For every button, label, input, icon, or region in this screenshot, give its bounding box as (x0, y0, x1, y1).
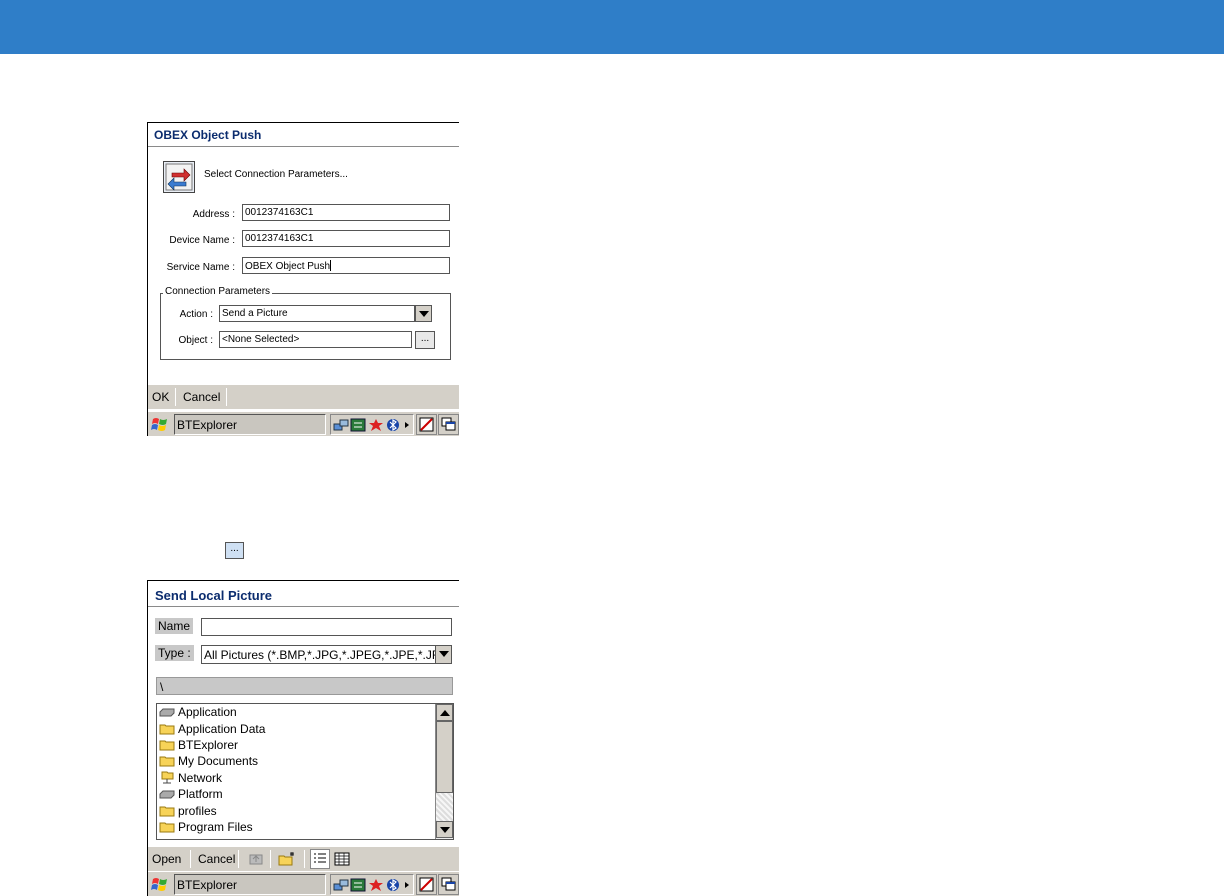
list-item-label: Application (178, 705, 237, 720)
list-view-icon (314, 853, 326, 863)
details-view-icon[interactable] (334, 851, 350, 867)
chevron-down-icon[interactable] (415, 305, 432, 322)
connection-parameters-group (160, 293, 451, 360)
up-folder-icon[interactable] (248, 852, 264, 866)
group-legend: Connection Parameters (163, 286, 273, 297)
scroll-up-icon[interactable] (436, 704, 453, 721)
window-title: OBEX Object Push (148, 123, 459, 147)
command-bar: Open Cancel (148, 847, 459, 871)
list-item[interactable]: Platform (157, 786, 453, 802)
command-separator (304, 850, 305, 868)
list-view-button[interactable] (310, 849, 330, 869)
list-item-label: Application Data (178, 721, 266, 736)
header-band (0, 0, 1224, 54)
list-item[interactable]: Program Files (157, 819, 453, 835)
star-icon[interactable] (368, 418, 384, 432)
cancel-button[interactable]: Cancel (198, 852, 235, 866)
sync-icon[interactable] (350, 878, 366, 892)
command-separator (190, 850, 191, 868)
name-input[interactable] (201, 618, 452, 636)
connection-parameters-icon (163, 161, 195, 193)
system-tray (330, 414, 414, 435)
scroll-track[interactable] (436, 793, 453, 822)
browse-button[interactable]: ... (415, 331, 435, 349)
input-panel-icon[interactable] (416, 874, 437, 895)
star-icon[interactable] (368, 878, 384, 892)
sync-icon[interactable] (350, 418, 366, 432)
new-folder-icon[interactable] (278, 851, 296, 867)
start-windows-icon[interactable] (150, 875, 170, 895)
switch-windows-icon[interactable] (438, 414, 459, 435)
list-item-label: Program Files (178, 819, 253, 834)
list-item-label: Network (178, 770, 223, 785)
command-separator (175, 388, 176, 406)
list-item-label: Platform (178, 787, 223, 802)
action-dropdown[interactable]: Send a Picture (219, 305, 415, 322)
list-item[interactable]: profiles (157, 802, 453, 818)
folder-icon (159, 740, 175, 751)
object-field[interactable]: <None Selected> (219, 331, 412, 348)
scroll-down-icon[interactable] (436, 821, 453, 838)
taskbar: BTExplorer (148, 411, 459, 436)
chevron-down-icon[interactable] (435, 645, 452, 664)
action-label: Action : (179, 309, 213, 320)
address-label: Address : (192, 209, 235, 220)
switch-windows-icon[interactable] (438, 874, 459, 895)
list-item[interactable]: Application Data (157, 720, 453, 736)
network-icon[interactable] (333, 878, 349, 892)
folder-icon (159, 724, 175, 735)
send-local-picture-window: Send Local Picture Name Type : All Pictu… (147, 580, 459, 896)
ok-button[interactable]: OK (152, 390, 169, 404)
system-tray (330, 874, 414, 895)
list-item[interactable]: Network (157, 770, 453, 786)
tray-expand-icon[interactable] (403, 878, 411, 892)
folder-icon (159, 756, 175, 767)
drive-icon (159, 790, 175, 799)
list-item-label: BTExplorer (178, 737, 239, 752)
service-name-label: Service Name : (166, 262, 235, 273)
list-item[interactable]: My Documents (157, 753, 453, 769)
start-windows-icon[interactable] (150, 415, 170, 435)
current-path: \ (156, 677, 453, 695)
obex-object-push-window: OBEX Object Push Select Connection Param… (147, 122, 459, 436)
list-item-label: profiles (178, 803, 217, 818)
list-item-label: My Documents (178, 754, 259, 769)
address-field[interactable]: 0012374163C1 (242, 204, 450, 221)
network-icon[interactable] (333, 418, 349, 432)
type-label: Type : (155, 645, 194, 661)
network-folder-icon (161, 771, 174, 784)
taskbar-app-btexplorer[interactable]: BTExplorer (174, 874, 326, 895)
file-list[interactable]: Application Application Data BTExplorer … (156, 703, 454, 840)
input-panel-icon[interactable] (416, 414, 437, 435)
object-label: Object : (178, 335, 213, 346)
command-separator (270, 850, 271, 868)
list-item[interactable]: BTExplorer (157, 737, 453, 753)
window-title: Send Local Picture (148, 581, 459, 607)
vertical-scrollbar[interactable] (435, 704, 453, 839)
device-name-label: Device Name : (169, 235, 235, 246)
folder-icon (159, 822, 175, 833)
type-dropdown[interactable]: All Pictures (*.BMP,*.JPG,*.JPEG,*.JPE,*… (201, 645, 436, 664)
tray-expand-icon[interactable] (403, 418, 411, 432)
name-label: Name (155, 618, 194, 634)
connection-prompt: Select Connection Parameters... (204, 169, 348, 180)
command-separator (226, 388, 227, 406)
cancel-button[interactable]: Cancel (183, 390, 220, 404)
bluetooth-icon[interactable] (386, 418, 400, 432)
service-name-value: OBEX Object Push (245, 261, 331, 272)
browse-button-example[interactable]: ... (225, 542, 244, 559)
command-separator (238, 850, 239, 868)
drive-icon (159, 708, 175, 717)
list-item[interactable]: Application (157, 704, 453, 720)
open-button[interactable]: Open (152, 852, 181, 866)
text-caret (330, 260, 332, 271)
folder-icon (159, 806, 175, 817)
taskbar-app-btexplorer[interactable]: BTExplorer (174, 414, 326, 435)
taskbar: BTExplorer (148, 871, 459, 896)
device-name-field[interactable]: 0012374163C1 (242, 230, 450, 247)
scroll-thumb[interactable] (436, 721, 453, 793)
bluetooth-icon[interactable] (386, 878, 400, 892)
service-name-field[interactable]: OBEX Object Push (242, 257, 450, 274)
command-bar: OK Cancel (148, 385, 459, 409)
